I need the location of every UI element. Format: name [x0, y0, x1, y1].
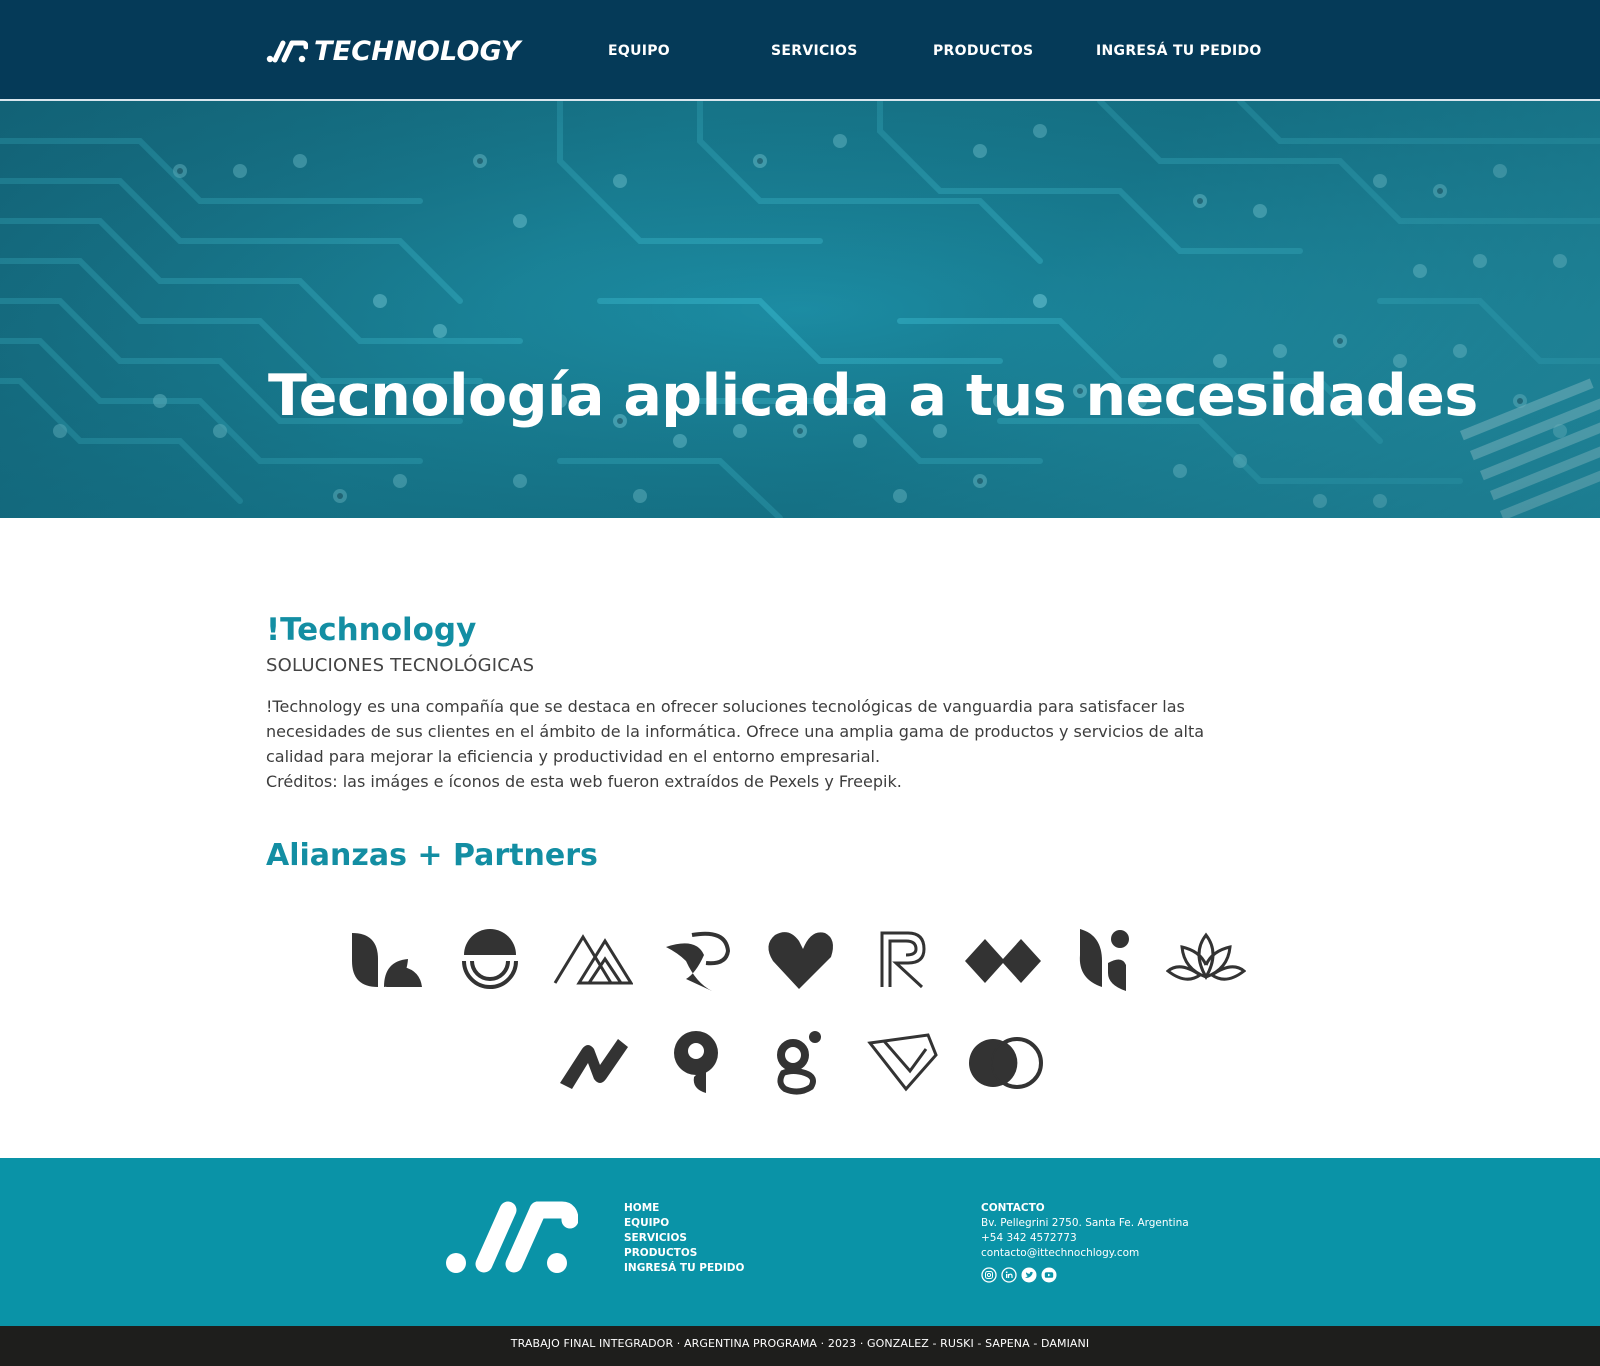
circuit-board-image [0, 101, 1600, 518]
credits-text: Créditos: las imáges e íconos de esta we… [266, 772, 902, 791]
partner-sun-logo [450, 925, 530, 995]
twitter-icon[interactable] [1021, 1267, 1037, 1283]
partner-circles-logo [965, 1027, 1045, 1097]
partner-leaf-logo [346, 925, 426, 995]
nav-servicios[interactable]: SERVICIOS [771, 43, 858, 59]
hero-banner: Tecnología aplicada a tus necesidades [0, 101, 1600, 518]
linkedin-icon[interactable] [1001, 1267, 1017, 1283]
contact-title: CONTACTO [981, 1202, 1045, 1214]
nav-productos[interactable]: PRODUCTOS [933, 43, 1033, 59]
footer-nav: HOME EQUIPO SERVICIOS PRODUCTOS INGRESÁ … [624, 1201, 744, 1276]
footer-contact: CONTACTO Bv. Pellegrini 2750. Santa Fe. … [981, 1201, 1189, 1261]
about-text: !Technology es una compañía que se desta… [266, 694, 1206, 794]
brand-mark-icon [266, 40, 308, 63]
social-links [981, 1267, 1057, 1283]
youtube-icon[interactable] [1041, 1267, 1057, 1283]
credits-bar-text: TRABAJO FINAL INTEGRADOR · ARGENTINA PRO… [510, 1337, 1090, 1350]
about-paragraph: !Technology es una compañía que se desta… [266, 697, 1205, 766]
contact-email[interactable]: contacto@ittechnochlogy.com [981, 1246, 1189, 1261]
site-header: TECHNOLOGY EQUIPO SERVICIOS PRODUCTOS IN… [0, 0, 1600, 101]
footer-logo[interactable] [444, 1198, 579, 1278]
partner-lotus-logo [1166, 925, 1246, 995]
partner-diamonds-logo [963, 925, 1043, 995]
footer-nav-ingresa-tu-pedido[interactable]: INGRESÁ TU PEDIDO [624, 1261, 744, 1276]
footer-nav-equipo[interactable]: EQUIPO [624, 1216, 744, 1231]
partner-gem-logo [862, 1027, 942, 1097]
nav-ingresa-tu-pedido[interactable]: INGRESÁ TU PEDIDO [1096, 43, 1262, 59]
partner-nine-logo [656, 1027, 736, 1097]
header-logo[interactable]: TECHNOLOGY [266, 34, 521, 68]
partner-mountains-logo [553, 925, 633, 995]
partners-title: Alianzas + Partners [266, 838, 598, 873]
hero-title: Tecnología aplicada a tus necesidades [268, 363, 1478, 429]
nav-equipo[interactable]: EQUIPO [608, 43, 670, 59]
partner-bird-logo [656, 925, 736, 995]
contact-phone: +54 342 4572773 [981, 1232, 1077, 1244]
instagram-icon[interactable] [981, 1267, 997, 1283]
site-footer [0, 1158, 1600, 1326]
partner-g-logo [759, 1027, 839, 1097]
about-title: !Technology [266, 612, 477, 648]
about-subtitle: SOLUCIONES TECNOLÓGICAS [266, 655, 535, 676]
contact-address: Bv. Pellegrini 2750. Santa Fe. Argentina [981, 1217, 1189, 1229]
partner-leaf-dot-logo [1064, 925, 1144, 995]
partner-n-logo [552, 1027, 632, 1097]
footer-nav-home[interactable]: HOME [624, 1201, 744, 1216]
footer-nav-servicios[interactable]: SERVICIOS [624, 1231, 744, 1246]
brand-mark-icon [446, 1201, 579, 1273]
partner-r-logo [862, 925, 942, 995]
partner-heart-logo [759, 925, 839, 995]
logo-text: TECHNOLOGY [314, 35, 521, 67]
footer-nav-productos[interactable]: PRODUCTOS [624, 1246, 744, 1261]
